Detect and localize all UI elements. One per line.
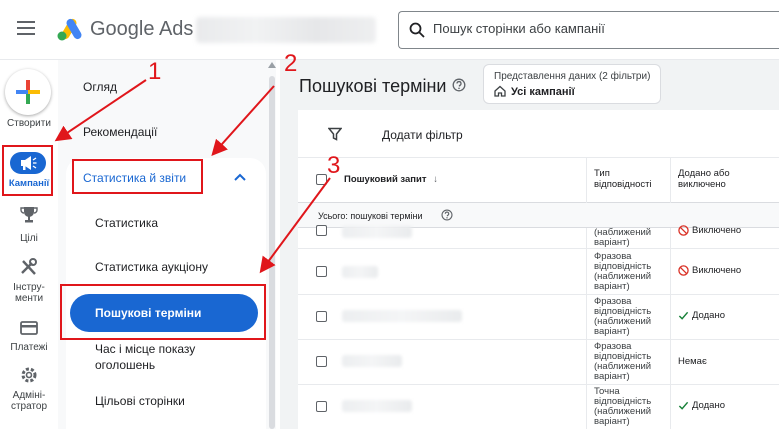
table-row[interactable]: Фразова відповідність (наближений варіант) …	[298, 295, 779, 340]
status-added: Додано	[678, 400, 725, 411]
nav-landing-pages[interactable]: Цільові сторінки	[95, 394, 185, 408]
nav-when-where-line1[interactable]: Час і місце показу	[95, 342, 195, 356]
data-view-selector[interactable]: Представлення даних (2 фільтри) Усі камп…	[483, 64, 661, 104]
table-row[interactable]: Точна відповідність (наближений варіант) До…	[298, 385, 779, 429]
left-rail: Створити Кампанії Цілі Інстру- менти Пла…	[0, 60, 58, 429]
annotation-number-2: 2	[284, 50, 298, 77]
tools-label-line1: Інстру-	[13, 282, 45, 293]
create-button[interactable]	[5, 69, 51, 115]
trophy-icon[interactable]	[19, 206, 39, 224]
match-type: Фразова відповідність (наближений варіант)	[594, 251, 652, 292]
billing-label: Платежі	[10, 342, 48, 353]
nav-overview[interactable]: Огляд	[83, 80, 117, 94]
create-label: Створити	[7, 118, 51, 129]
col-added-excluded-line1[interactable]: Додано або	[678, 168, 730, 179]
view-value: Усі кампанії	[511, 86, 575, 98]
row-checkbox[interactable]	[316, 401, 327, 412]
brand-name: Google Ads	[90, 18, 194, 40]
query-redacted	[342, 226, 412, 238]
status-none: Немає	[678, 356, 707, 367]
search-box[interactable]	[398, 11, 779, 49]
filter-bar: Додати фільтр	[298, 110, 779, 158]
query-redacted	[342, 266, 378, 278]
tools-icon[interactable]	[19, 258, 39, 276]
row-checkbox[interactable]	[316, 266, 327, 277]
row-checkbox[interactable]	[316, 356, 327, 367]
credit-card-icon[interactable]	[19, 319, 39, 337]
annotation-number-1: 1	[148, 58, 162, 85]
annotation-number-3: 3	[327, 152, 341, 179]
admin-label-line1: Адміні-	[12, 390, 46, 401]
sub-navigation: Огляд Рекомендації Статистика й звіти Ст…	[58, 60, 276, 429]
match-type: Фразова відповідність (наближений варіант)	[594, 341, 652, 382]
annotation-box-stats-reports	[72, 159, 203, 194]
col-added-excluded-line2[interactable]: виключено	[678, 179, 726, 190]
help-icon[interactable]	[452, 78, 466, 92]
nav-when-where-line2[interactable]: оголошень	[95, 358, 155, 372]
search-icon	[409, 22, 425, 38]
admin-label-line2: стратор	[10, 401, 48, 412]
blocked-icon	[678, 225, 689, 236]
annotation-box-search-terms	[60, 284, 266, 340]
total-label: Усього: пошукові терміни	[318, 211, 423, 221]
view-filter-count: Представлення даних (2 фільтри)	[494, 71, 651, 82]
home-icon	[494, 85, 506, 97]
match-type: (наближений варіант)	[594, 227, 652, 248]
google-ads-logo-icon	[57, 18, 82, 41]
row-checkbox[interactable]	[316, 311, 327, 322]
plus-icon	[16, 80, 40, 104]
main-content: Пошукові терміни Представлення даних (2 …	[280, 60, 779, 429]
goals-label: Цілі	[20, 233, 38, 244]
col-search-query[interactable]: Пошуковий запит ↓	[344, 174, 438, 185]
sidebar-scrollbar[interactable]	[269, 76, 275, 429]
check-icon	[678, 401, 689, 410]
col-match-type-line2[interactable]: відповідності	[594, 179, 652, 190]
help-icon[interactable]	[441, 209, 453, 221]
page-title: Пошукові терміни	[299, 76, 447, 96]
table-row[interactable]: (наближений варіант) Виключено	[298, 225, 779, 249]
gear-icon[interactable]	[19, 366, 39, 384]
blocked-icon	[678, 265, 689, 276]
query-redacted	[342, 400, 412, 412]
col-match-type-line1[interactable]: Тип	[594, 168, 610, 179]
nav-statistics[interactable]: Статистика	[95, 216, 158, 230]
tools-label-line2: менти	[14, 293, 44, 304]
status-added: Додано	[678, 310, 725, 321]
table-row[interactable]: Фразова відповідність (наближений варіант) …	[298, 249, 779, 295]
filter-icon[interactable]	[328, 127, 342, 141]
top-bar: Google Ads	[0, 0, 779, 60]
search-input[interactable]	[433, 21, 763, 36]
annotation-box-campaigns	[2, 145, 53, 196]
check-icon	[678, 311, 689, 320]
account-name-redacted	[196, 17, 376, 43]
query-redacted	[342, 310, 462, 322]
add-filter-button[interactable]: Додати фільтр	[382, 128, 463, 142]
status-excluded: Виключено	[678, 265, 741, 276]
table-row[interactable]: Фразова відповідність (наближений варіант) …	[298, 340, 779, 385]
chevron-up-icon[interactable]	[234, 173, 246, 181]
row-checkbox[interactable]	[316, 225, 327, 236]
nav-recommendations[interactable]: Рекомендації	[83, 125, 157, 139]
menu-icon[interactable]	[17, 21, 35, 35]
match-type: Точна відповідність (наближений варіант)	[594, 386, 652, 427]
match-type: Фразова відповідність (наближений варіант)	[594, 296, 652, 337]
search-terms-table: Додати фільтр Пошуковий запит ↓ Тип відп…	[298, 110, 779, 429]
select-all-checkbox[interactable]	[316, 174, 327, 185]
status-excluded: Виключено	[678, 225, 741, 236]
nav-auction-insights[interactable]: Статистика аукціону	[95, 260, 208, 274]
sort-arrow-icon: ↓	[433, 174, 438, 185]
scroll-up-icon[interactable]	[268, 62, 276, 68]
table-header: Пошуковий запит ↓ Тип відповідності Дода…	[298, 158, 779, 203]
query-redacted	[342, 355, 402, 367]
